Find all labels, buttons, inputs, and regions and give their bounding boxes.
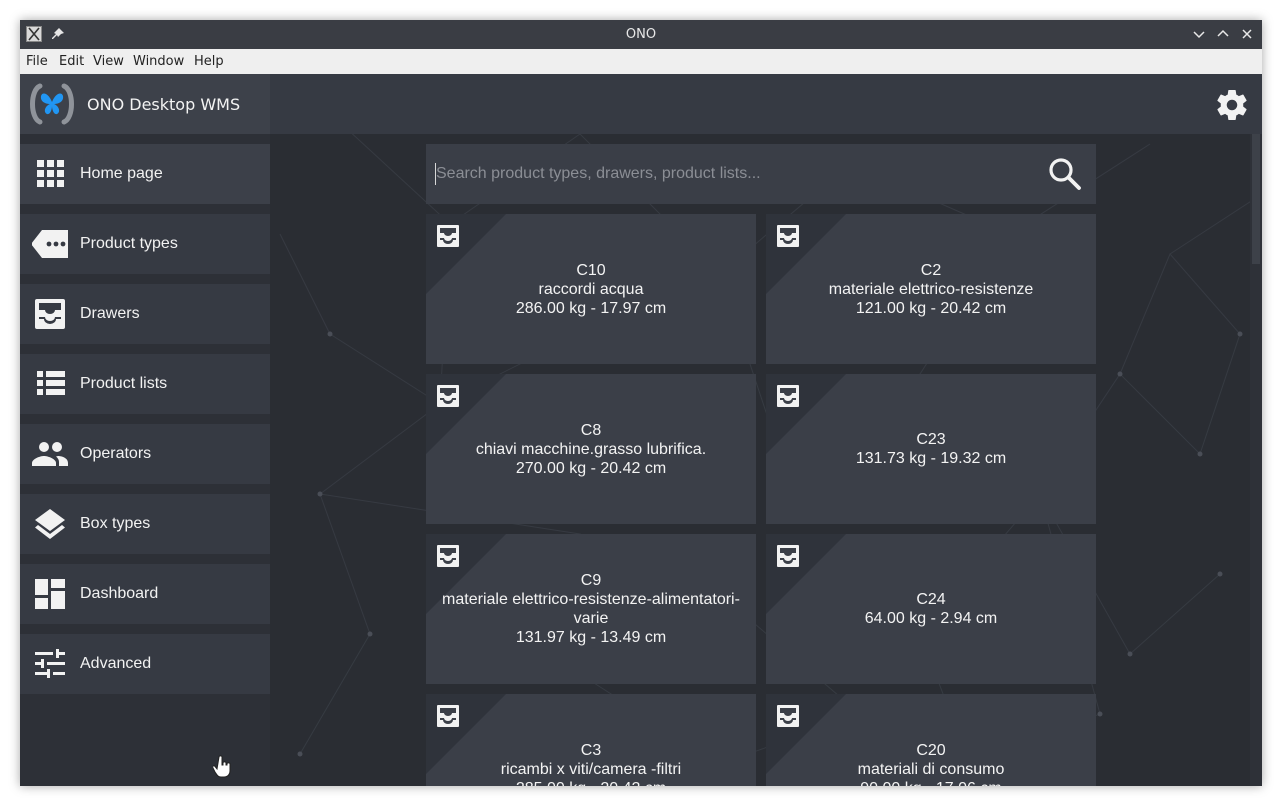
app-area: ONO Desktop WMS Home page Product types … [20, 74, 1262, 786]
drawer-card-c2[interactable]: C2 materiale elettrico-resistenze 121.00… [766, 214, 1096, 364]
drawer-code: C10 [576, 261, 606, 279]
drawer-code: C9 [580, 572, 602, 589]
sidebar-item-advanced[interactable]: Advanced [20, 634, 270, 694]
sidebar-item-label: Box types [80, 515, 151, 532]
main-content: Search product types, drawers, product l… [270, 134, 1262, 786]
card-text: C23 131.73 kg - 19.32 cm [776, 374, 1086, 524]
sidebar-item-label: Product lists [80, 375, 168, 392]
drawer-stats: 121.00 kg - 20.42 cm [855, 299, 1007, 317]
card-text: C20 materiali di consumo 90.00 kg - 17.0… [776, 694, 1086, 787]
drawer-card-c20[interactable]: C20 materiali di consumo 90.00 kg - 17.0… [766, 694, 1096, 786]
drawer-stats: 286.00 kg - 17.97 cm [515, 299, 667, 317]
menu-view[interactable]: View [93, 54, 124, 69]
sidebar-item-label: Dashboard [80, 585, 159, 602]
drawer-card-c23[interactable]: C23 131.73 kg - 19.32 cm [766, 374, 1096, 524]
card-text: C10 raccordi acqua 286.00 kg - 17.97 cm [436, 214, 746, 364]
app-header-bar [270, 74, 1262, 134]
drawer-stats: 270.00 kg - 20.42 cm [515, 459, 667, 477]
people-icon [32, 442, 68, 466]
drawer-icon [35, 299, 65, 329]
sidebar-item-label: Drawers [80, 305, 140, 322]
sidebar-item-product-types[interactable]: Product types [20, 214, 270, 274]
drawer-description: materiale elettrico-resistenze-alimentat… [442, 591, 740, 627]
butterfly-logo-icon [30, 83, 74, 125]
sidebar-item-box-types[interactable]: Box types [20, 494, 270, 554]
card-text: C9 materiale elettrico-resistenze-alimen… [436, 534, 746, 684]
maximize-icon[interactable] [1214, 25, 1232, 43]
window-title: ONO [625, 27, 657, 42]
sidebar-item-label: Home page [80, 165, 163, 182]
grid-icon [37, 160, 64, 187]
card-text: C8 chiavi macchine.grasso lubrifica. 270… [436, 374, 746, 524]
sidebar-item-home-page[interactable]: Home page [20, 144, 270, 204]
sliders-icon [35, 649, 65, 678]
sidebar-item-label: Operators [80, 445, 152, 462]
drawer-code: C8 [580, 421, 602, 439]
drawer-description: materiali di consumo [857, 760, 1005, 778]
drawer-card-c3[interactable]: C3 ricambi x viti/camera -filtri 285.00 … [426, 694, 756, 786]
drawer-card-c10[interactable]: C10 raccordi acqua 286.00 kg - 17.97 cm [426, 214, 756, 364]
drawer-stats: 131.97 kg - 13.49 cm [515, 629, 667, 646]
sidebar-item-label: Product types [80, 235, 178, 252]
card-text: C2 materiale elettrico-resistenze 121.00… [776, 214, 1086, 364]
drawer-stats: 64.00 kg - 2.94 cm [864, 610, 998, 627]
scrollbar[interactable] [1250, 134, 1262, 786]
drawer-description: raccordi acqua [538, 280, 644, 298]
drawer-code: C2 [920, 261, 942, 279]
drawer-description: materiale elettrico-resistenze [828, 280, 1034, 298]
scrollbar-thumb[interactable] [1252, 134, 1260, 264]
minimize-icon[interactable] [1190, 25, 1208, 43]
card-text: C24 64.00 kg - 2.94 cm [776, 534, 1086, 684]
search-icon[interactable] [1048, 157, 1082, 191]
sidebar-item-product-lists[interactable]: Product lists [20, 354, 270, 414]
search-placeholder: Search product types, drawers, product l… [436, 165, 761, 182]
title-bar: ONO [20, 20, 1262, 49]
list-icon [37, 371, 65, 395]
sidebar-item-operators[interactable]: Operators [20, 424, 270, 484]
sidebar-item-dashboard[interactable]: Dashboard [20, 564, 270, 624]
drawer-card-c24[interactable]: C24 64.00 kg - 2.94 cm [766, 534, 1096, 684]
drawer-stats: 131.73 kg - 19.32 cm [855, 450, 1007, 467]
drawer-card-c8[interactable]: C8 chiavi macchine.grasso lubrifica. 270… [426, 374, 756, 524]
drawer-card-c9[interactable]: C9 materiale elettrico-resistenze-alimen… [426, 534, 756, 684]
menu-bar: File Edit View Window Help [20, 49, 1262, 75]
menu-edit[interactable]: Edit [59, 54, 84, 69]
settings-gear-icon[interactable] [1214, 87, 1250, 123]
hand-cursor-icon [213, 755, 231, 778]
app-header-brand: ONO Desktop WMS [20, 74, 270, 134]
sidebar: Home page Product types Drawers Product … [20, 134, 270, 786]
dashboard-icon [35, 579, 65, 609]
drawer-description: chiavi macchine.grasso lubrifica. [475, 440, 707, 458]
search-input[interactable]: Search product types, drawers, product l… [426, 144, 1096, 204]
menu-help[interactable]: Help [194, 54, 224, 69]
layers-icon [35, 509, 65, 539]
drawer-description: ricambi x viti/camera -filtri [500, 760, 682, 778]
drawer-code: C23 [916, 431, 946, 448]
menu-file[interactable]: File [26, 54, 48, 69]
sidebar-item-drawers[interactable]: Drawers [20, 284, 270, 344]
card-text: C3 ricambi x viti/camera -filtri 285.00 … [436, 694, 746, 787]
app-window: ONO File Edit View Window Help ONO Deskt… [20, 20, 1262, 786]
tag-icon [32, 230, 68, 258]
drawer-code: C24 [916, 591, 946, 608]
drawer-code: C20 [916, 741, 946, 759]
drawer-code: C3 [580, 741, 602, 759]
close-icon[interactable] [1238, 25, 1256, 43]
drawer-stats: 90.00 kg - 17.06 cm [860, 779, 1001, 787]
sidebar-item-label: Advanced [80, 655, 152, 672]
app-title: ONO Desktop WMS [87, 95, 241, 114]
menu-window[interactable]: Window [133, 54, 184, 69]
drawer-stats: 285.00 kg - 20.42 cm [516, 779, 666, 787]
